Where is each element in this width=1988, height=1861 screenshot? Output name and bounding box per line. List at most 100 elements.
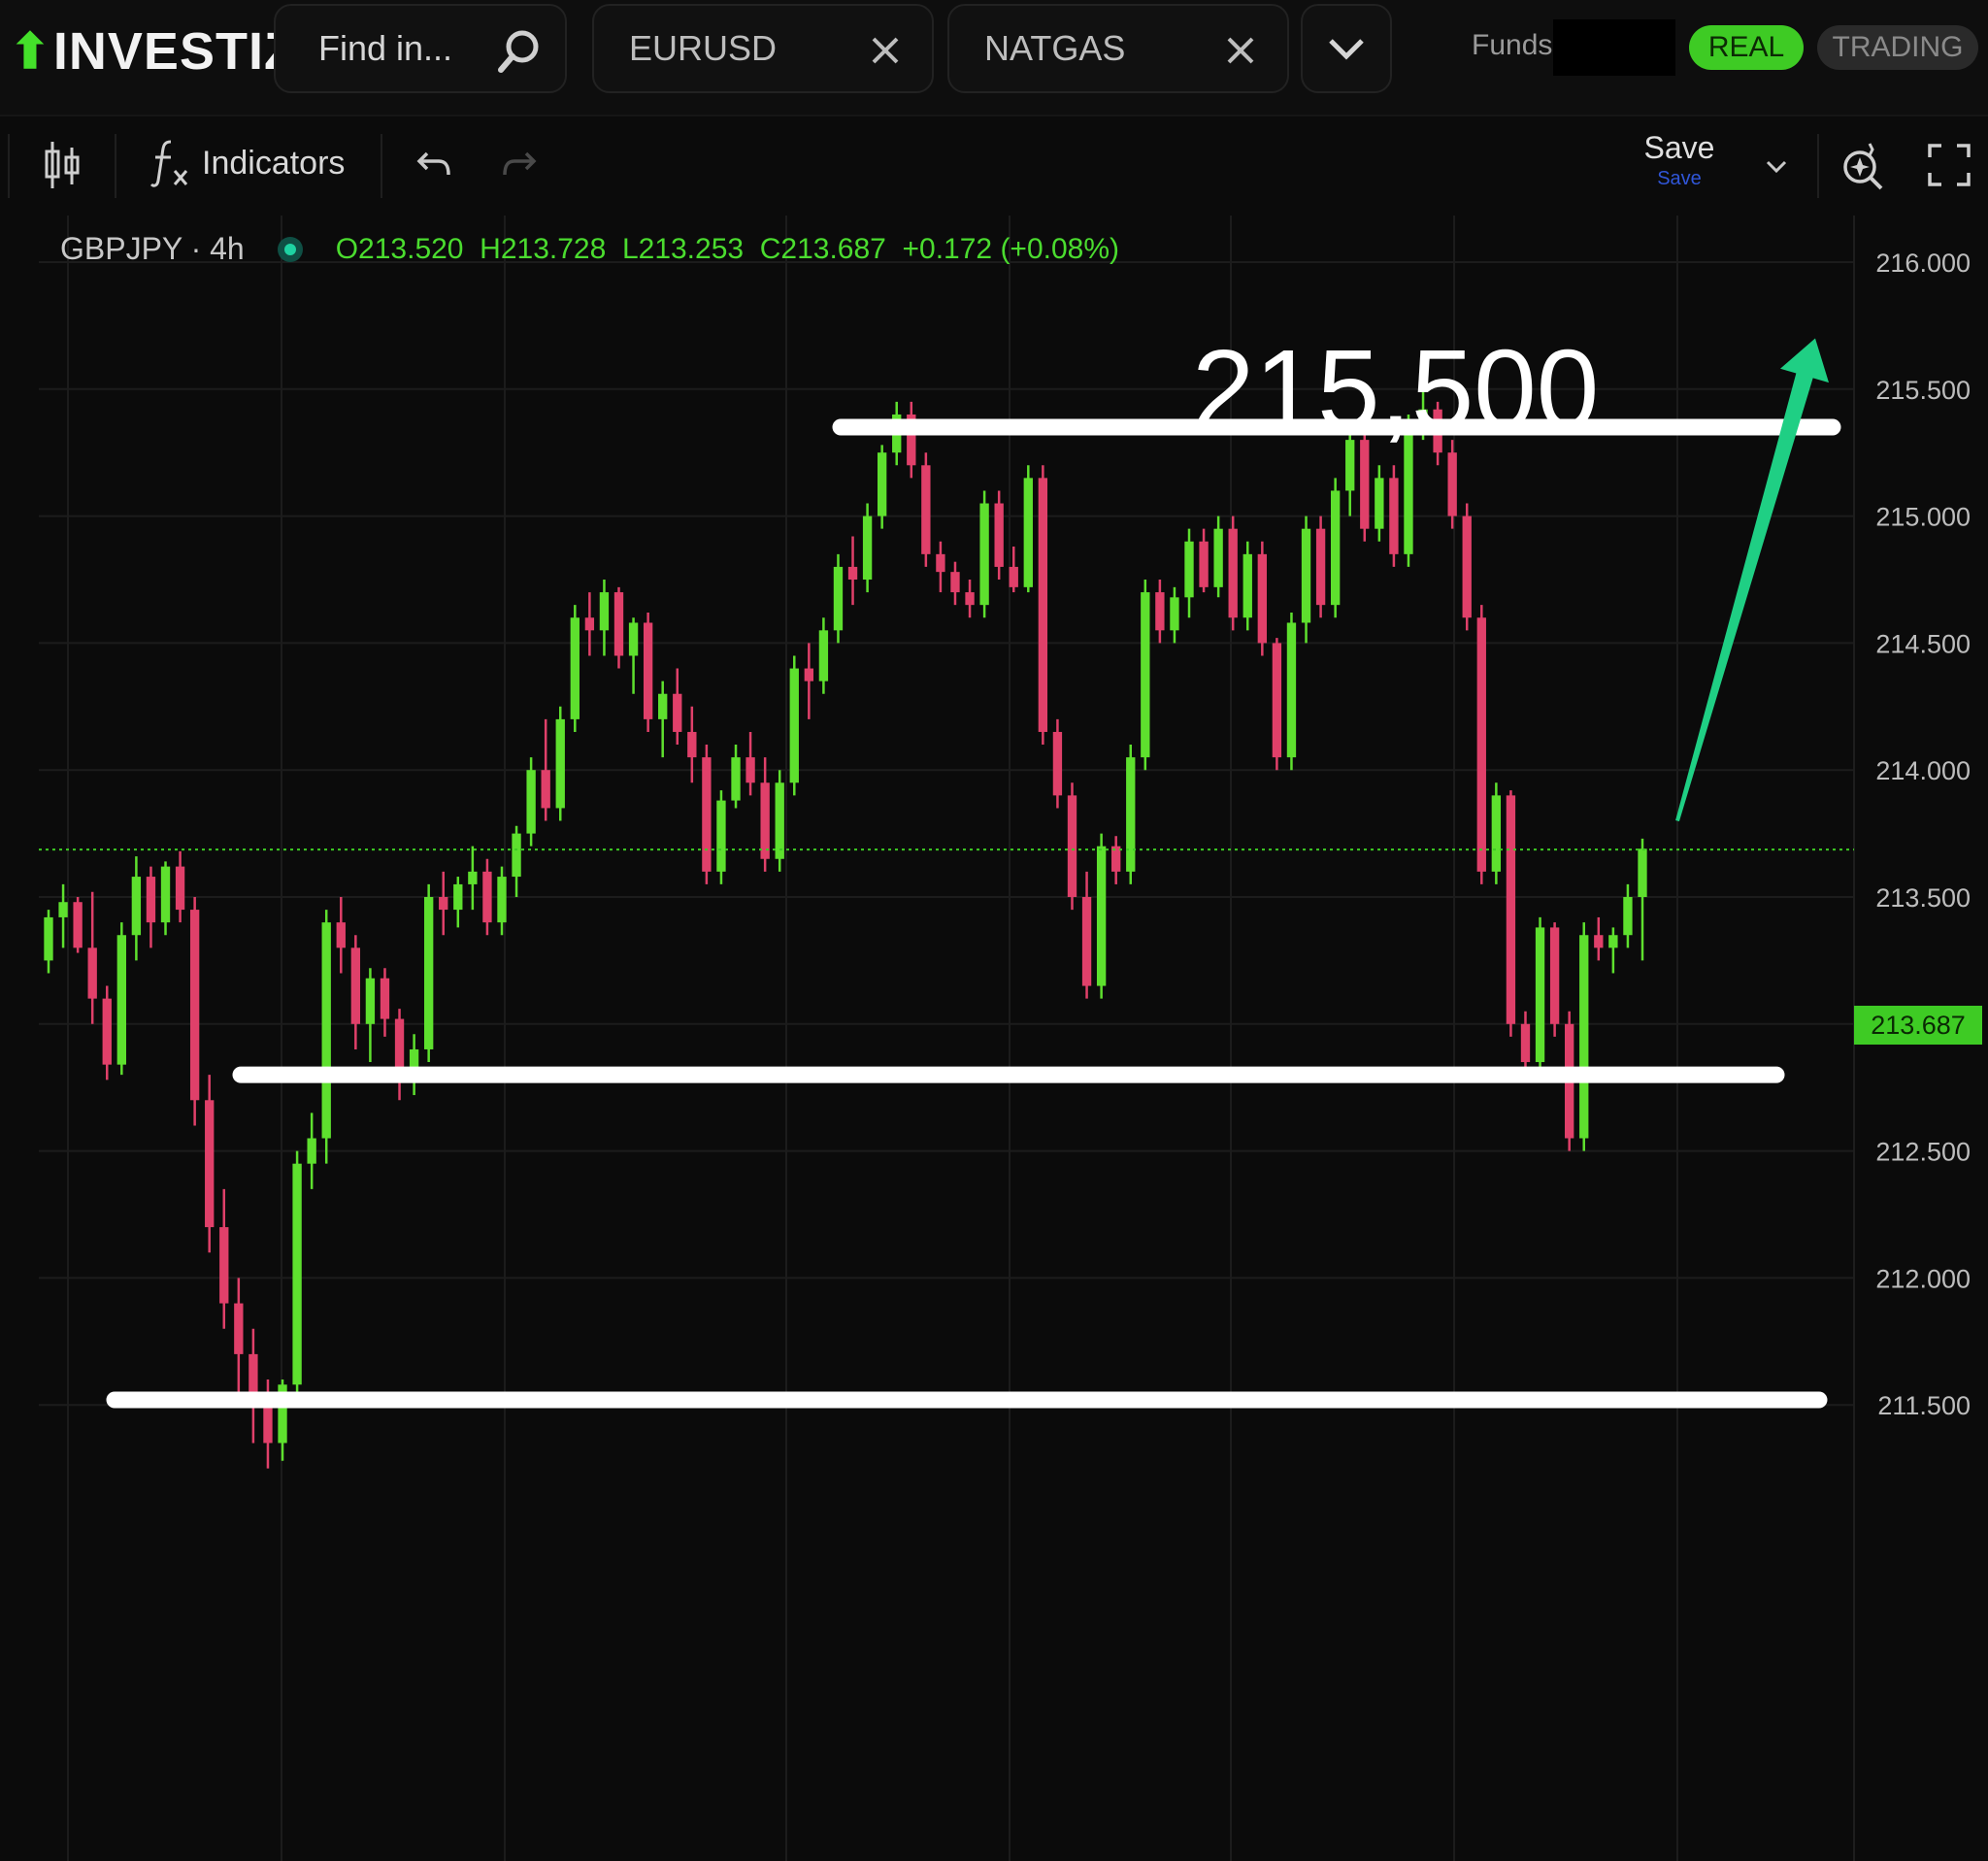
candle-down xyxy=(613,592,624,656)
candle-down xyxy=(219,1227,229,1304)
candle-down xyxy=(175,866,185,911)
candle-down xyxy=(1155,592,1165,631)
chevron-down-icon xyxy=(1329,39,1364,60)
chart-legend: GBPJPY · 4h O213.520 H213.728 L213.253 C… xyxy=(60,231,1119,267)
candle-up xyxy=(979,503,989,606)
candle-down xyxy=(702,757,712,872)
candle-down xyxy=(950,572,960,593)
funds-label: Funds: xyxy=(1472,29,1561,61)
candle-down xyxy=(1594,935,1604,948)
candle-down xyxy=(1315,528,1326,606)
tabs-dropdown-button[interactable] xyxy=(1301,4,1392,93)
candle-up xyxy=(1301,528,1311,623)
candle-up xyxy=(775,782,784,859)
search-icon[interactable] xyxy=(495,27,544,76)
y-axis-tick-label: 215.500 xyxy=(1875,376,1971,405)
candle-up xyxy=(1170,597,1179,631)
candle-down xyxy=(1272,643,1282,758)
candle-down xyxy=(1038,478,1048,732)
candle-down xyxy=(87,947,97,999)
candle-down xyxy=(994,503,1004,567)
symbol-interval: GBPJPY · 4h xyxy=(60,231,245,266)
candle-up xyxy=(1330,490,1341,606)
candle-down xyxy=(350,947,361,1024)
candle-down xyxy=(380,978,390,1019)
candle-up xyxy=(658,693,668,719)
candle-down xyxy=(1549,927,1560,1024)
redo-icon xyxy=(503,151,537,176)
candle-up xyxy=(1286,622,1297,758)
candle-down xyxy=(1199,541,1209,587)
candle-up xyxy=(1126,757,1136,872)
indicators-button[interactable]: Indicators xyxy=(149,138,345,188)
candle-up xyxy=(512,833,521,878)
tab-eurusd[interactable]: EURUSD xyxy=(592,4,934,93)
chart-type-button[interactable] xyxy=(43,140,82,190)
candle-down xyxy=(439,897,448,911)
candle-up xyxy=(116,935,126,1065)
candle-down xyxy=(673,693,682,732)
quick-search-button[interactable] xyxy=(1840,140,1887,190)
candle-down xyxy=(1447,452,1457,516)
y-axis-tick-label: 213.500 xyxy=(1875,883,1971,913)
candle-down xyxy=(760,782,770,859)
save-dropdown-button[interactable] xyxy=(1765,159,1788,175)
y-axis-tick-label: 216.000 xyxy=(1875,249,1971,278)
y-axis-tick-label: 212.500 xyxy=(1875,1138,1971,1167)
candle-up xyxy=(321,922,331,1139)
save-label: Save xyxy=(1643,130,1715,165)
candle-down xyxy=(1081,897,1092,986)
candle-up xyxy=(1375,478,1384,529)
search-placeholder: Find in... xyxy=(318,28,453,68)
candle-up xyxy=(160,866,171,923)
candle-down xyxy=(921,465,931,554)
candle-down xyxy=(1257,553,1268,644)
trading-button[interactable]: TRADING xyxy=(1817,25,1978,70)
candle-up xyxy=(818,630,829,681)
ohlc-values: O213.520 H213.728 L213.253 C213.687 +0.1… xyxy=(335,232,1120,265)
save-button[interactable]: Save Save xyxy=(1639,130,1720,190)
chart-area[interactable]: 216.000 215.500 215.000 214.500 214.000 213.5… xyxy=(0,216,1988,1861)
candle-up xyxy=(44,916,53,961)
candle-down xyxy=(1228,528,1238,618)
last-price-tag: 213.687 xyxy=(1854,1006,1982,1045)
candle-up xyxy=(423,897,434,1049)
candle-up xyxy=(58,902,68,917)
close-icon[interactable] xyxy=(868,33,903,68)
candle-down xyxy=(73,902,83,948)
real-account-button[interactable]: REAL xyxy=(1689,25,1804,70)
candle-down xyxy=(1067,795,1077,897)
candle-up xyxy=(526,770,536,834)
chart-background xyxy=(0,216,1988,1861)
divider xyxy=(8,134,10,198)
redo-button[interactable] xyxy=(501,150,538,183)
candle-up xyxy=(1623,897,1633,936)
magnifier-sparkle-icon xyxy=(1843,143,1883,190)
candle-down xyxy=(1462,515,1472,618)
fullscreen-icon xyxy=(1928,144,1971,186)
candle-down xyxy=(687,731,697,758)
candle-up xyxy=(1579,935,1589,1139)
candle-up xyxy=(555,718,565,809)
search-box[interactable]: Find in... xyxy=(274,4,567,93)
candle-up xyxy=(789,668,799,783)
undo-icon xyxy=(416,151,450,176)
fullscreen-button[interactable] xyxy=(1928,144,1971,186)
candle-up xyxy=(1096,846,1107,986)
undo-button[interactable] xyxy=(415,150,452,183)
candle-down xyxy=(746,757,755,783)
tab-natgas[interactable]: NATGAS xyxy=(947,4,1289,93)
candle-down xyxy=(102,998,112,1065)
close-icon[interactable] xyxy=(1223,33,1258,68)
tab-label: EURUSD xyxy=(629,28,778,68)
candle-up xyxy=(1141,592,1150,758)
candle-down xyxy=(1520,1023,1531,1063)
candle-up xyxy=(1491,795,1502,872)
candle-down xyxy=(847,566,858,580)
candle-up xyxy=(468,871,478,884)
logo-up-arrow-icon: ⬆ xyxy=(10,24,51,79)
divider xyxy=(115,134,116,198)
price-chart[interactable]: 216.000 215.500 215.000 214.500 214.000 213.5… xyxy=(0,216,1988,1861)
candle-up xyxy=(862,515,873,580)
candle-up xyxy=(1213,528,1223,587)
